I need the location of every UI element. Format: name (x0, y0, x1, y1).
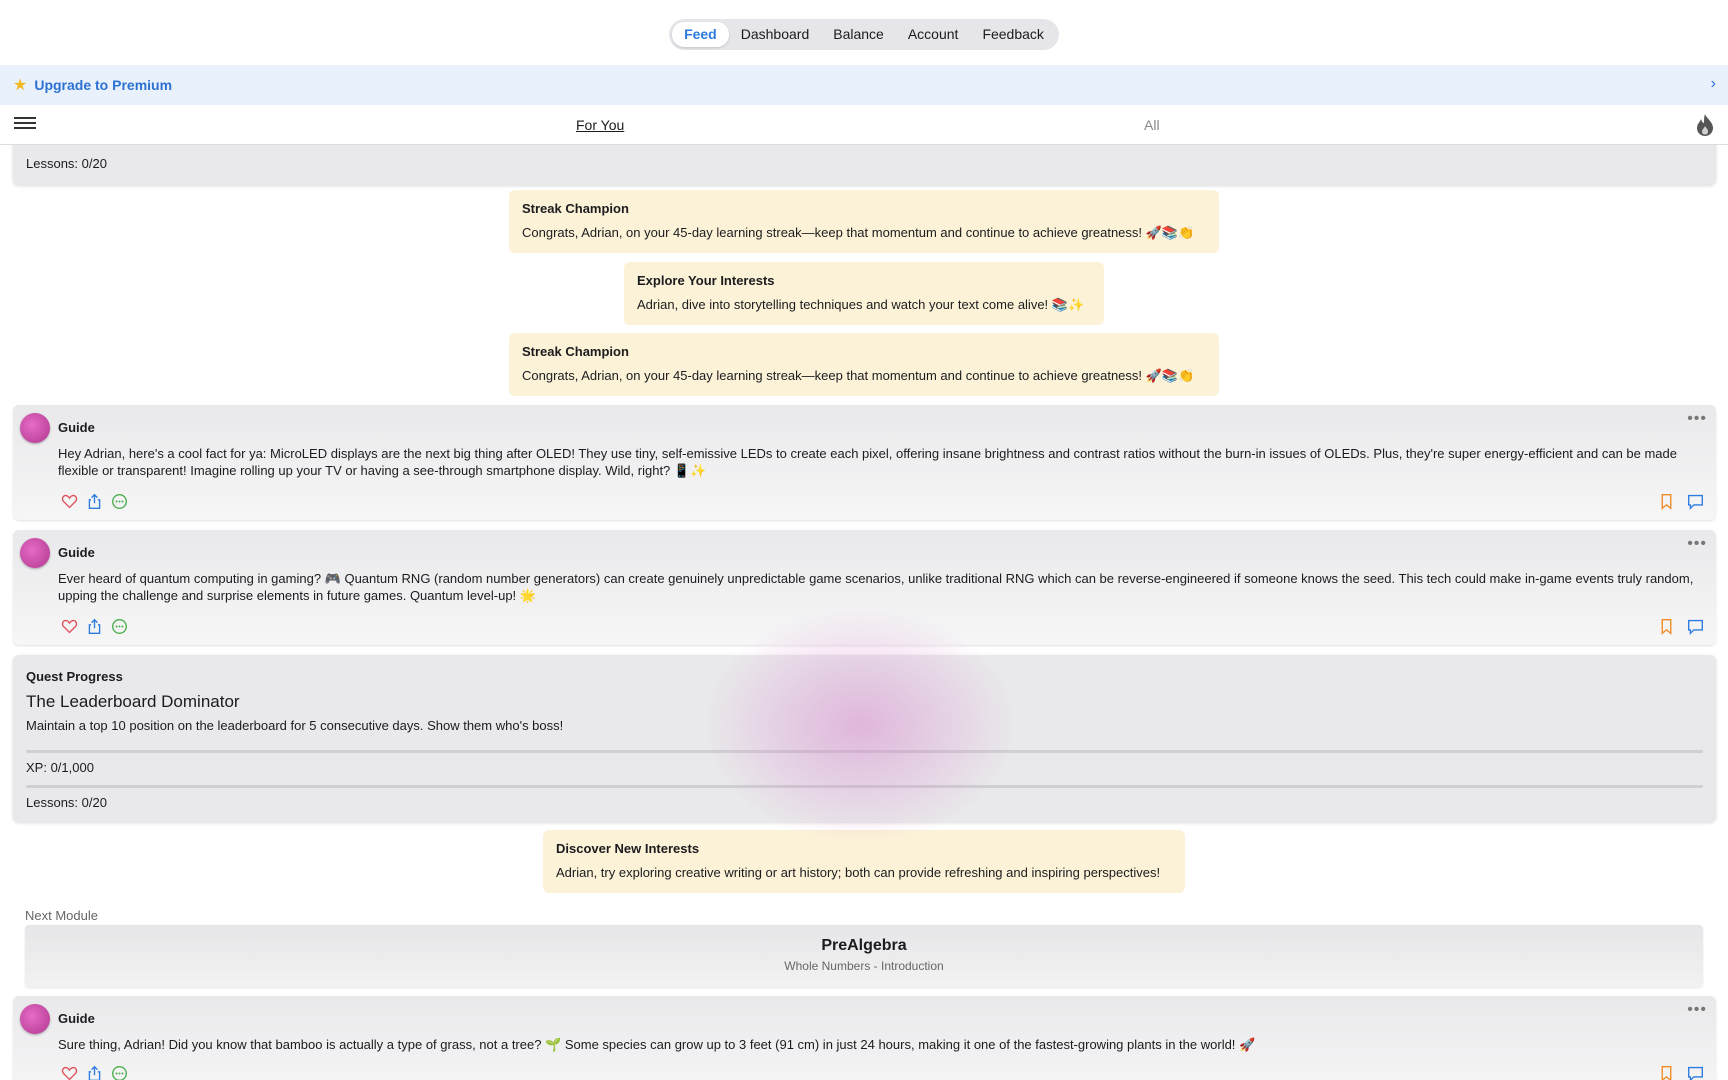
notice-title: Streak Champion (522, 344, 629, 359)
xp-progress-bar (26, 750, 1703, 753)
notice-body: Congrats, Adrian, on your 45-day learnin… (522, 368, 1195, 383)
share-icon[interactable] (86, 493, 103, 510)
module-subtitle: Whole Numbers - Introduction (784, 959, 944, 973)
post-body: Ever heard of quantum computing in gamin… (58, 571, 1694, 603)
post-author: Guide (58, 420, 95, 435)
tab-for-you[interactable]: For You (576, 117, 624, 133)
lessons-progress: Lessons: 0/20 (26, 795, 107, 810)
post-actions-right (1658, 618, 1704, 635)
quest-description: Maintain a top 10 position on the leader… (26, 718, 564, 733)
notice-body: Adrian, try exploring creative writing o… (556, 865, 1161, 880)
bookmark-icon[interactable] (1658, 493, 1675, 510)
tab-dashboard[interactable]: Dashboard (729, 22, 822, 47)
post-actions-right (1658, 493, 1704, 510)
notice-body: Adrian, dive into storytelling technique… (637, 297, 1085, 312)
xp-progress: XP: 0/1,000 (26, 760, 94, 775)
feed-scroll[interactable]: Lessons: 0/20 Streak Champion Congrats, … (0, 145, 1728, 1080)
reply-icon[interactable] (1687, 493, 1704, 510)
post-actions (61, 1065, 128, 1080)
quest-header: Quest Progress (26, 669, 123, 684)
more-options-icon[interactable]: ••• (1687, 1001, 1707, 1019)
quest-title: The Leaderboard Dominator (26, 692, 240, 711)
heart-icon[interactable] (61, 618, 78, 635)
notice-body: Congrats, Adrian, on your 45-day learnin… (522, 225, 1195, 240)
tab-account[interactable]: Account (896, 22, 971, 47)
bookmark-icon[interactable] (1658, 1065, 1675, 1080)
tab-all[interactable]: All (1144, 117, 1160, 133)
guide-post: Guide ••• Ever heard of quantum computin… (13, 530, 1716, 645)
tab-feedback[interactable]: Feedback (970, 22, 1055, 47)
module-title: PreAlgebra (821, 937, 907, 954)
quest-card: Quest Progress The Leaderboard Dominator… (13, 655, 1716, 822)
more-options-icon[interactable]: ••• (1687, 535, 1707, 553)
notice-title: Streak Champion (522, 201, 629, 216)
tab-feed[interactable]: Feed (672, 22, 729, 47)
share-icon[interactable] (86, 618, 103, 635)
next-module-card[interactable]: PreAlgebra Whole Numbers - Introduction (25, 925, 1703, 987)
post-actions (61, 493, 128, 510)
avatar (20, 1004, 50, 1034)
more-circle-icon[interactable] (111, 1065, 128, 1080)
guide-post: Guide ••• Sure thing, Adrian! Did you kn… (13, 996, 1716, 1080)
next-module-label: Next Module (25, 908, 98, 923)
post-body: Sure thing, Adrian! Did you know that ba… (58, 1037, 1256, 1052)
avatar (20, 413, 50, 443)
more-circle-icon[interactable] (111, 493, 128, 510)
heart-icon[interactable] (61, 493, 78, 510)
heart-icon[interactable] (61, 1065, 78, 1080)
more-circle-icon[interactable] (111, 618, 128, 635)
guide-post: Guide ••• Hey Adrian, here's a cool fact… (13, 405, 1716, 520)
post-actions-right (1658, 1065, 1704, 1080)
notice-card: Discover New Interests Adrian, try explo… (543, 830, 1185, 893)
quest-card-partial: Lessons: 0/20 (13, 145, 1716, 185)
more-options-icon[interactable]: ••• (1687, 410, 1707, 428)
chevron-right-icon: › (1710, 75, 1716, 92)
reply-icon[interactable] (1687, 618, 1704, 635)
post-actions (61, 618, 128, 635)
lessons-progress-bar (26, 785, 1703, 788)
reply-icon[interactable] (1687, 1065, 1704, 1080)
flame-icon[interactable] (1694, 113, 1716, 137)
post-body: Hey Adrian, here's a cool fact for ya: M… (58, 446, 1677, 478)
share-icon[interactable] (86, 1065, 103, 1080)
upgrade-premium-banner[interactable]: ★ Upgrade to Premium › (0, 65, 1728, 105)
tab-balance[interactable]: Balance (821, 22, 896, 47)
lessons-progress: Lessons: 0/20 (26, 156, 107, 171)
top-navigation: Feed Dashboard Balance Account Feedback (0, 19, 1728, 50)
post-author: Guide (58, 545, 95, 560)
avatar (20, 538, 50, 568)
bookmark-icon[interactable] (1658, 618, 1675, 635)
notice-card: Streak Champion Congrats, Adrian, on you… (509, 333, 1219, 396)
upgrade-premium-label: Upgrade to Premium (34, 77, 173, 93)
segmented-control: Feed Dashboard Balance Account Feedback (669, 19, 1059, 50)
notice-title: Discover New Interests (556, 841, 700, 856)
feed-subnav: For You All (0, 105, 1728, 145)
notice-card: Streak Champion Congrats, Adrian, on you… (509, 190, 1219, 253)
notice-card: Explore Your Interests Adrian, dive into… (624, 262, 1104, 325)
post-author: Guide (58, 1011, 95, 1026)
menu-icon[interactable] (14, 117, 36, 133)
notice-title: Explore Your Interests (637, 273, 775, 288)
star-icon: ★ (13, 77, 28, 94)
